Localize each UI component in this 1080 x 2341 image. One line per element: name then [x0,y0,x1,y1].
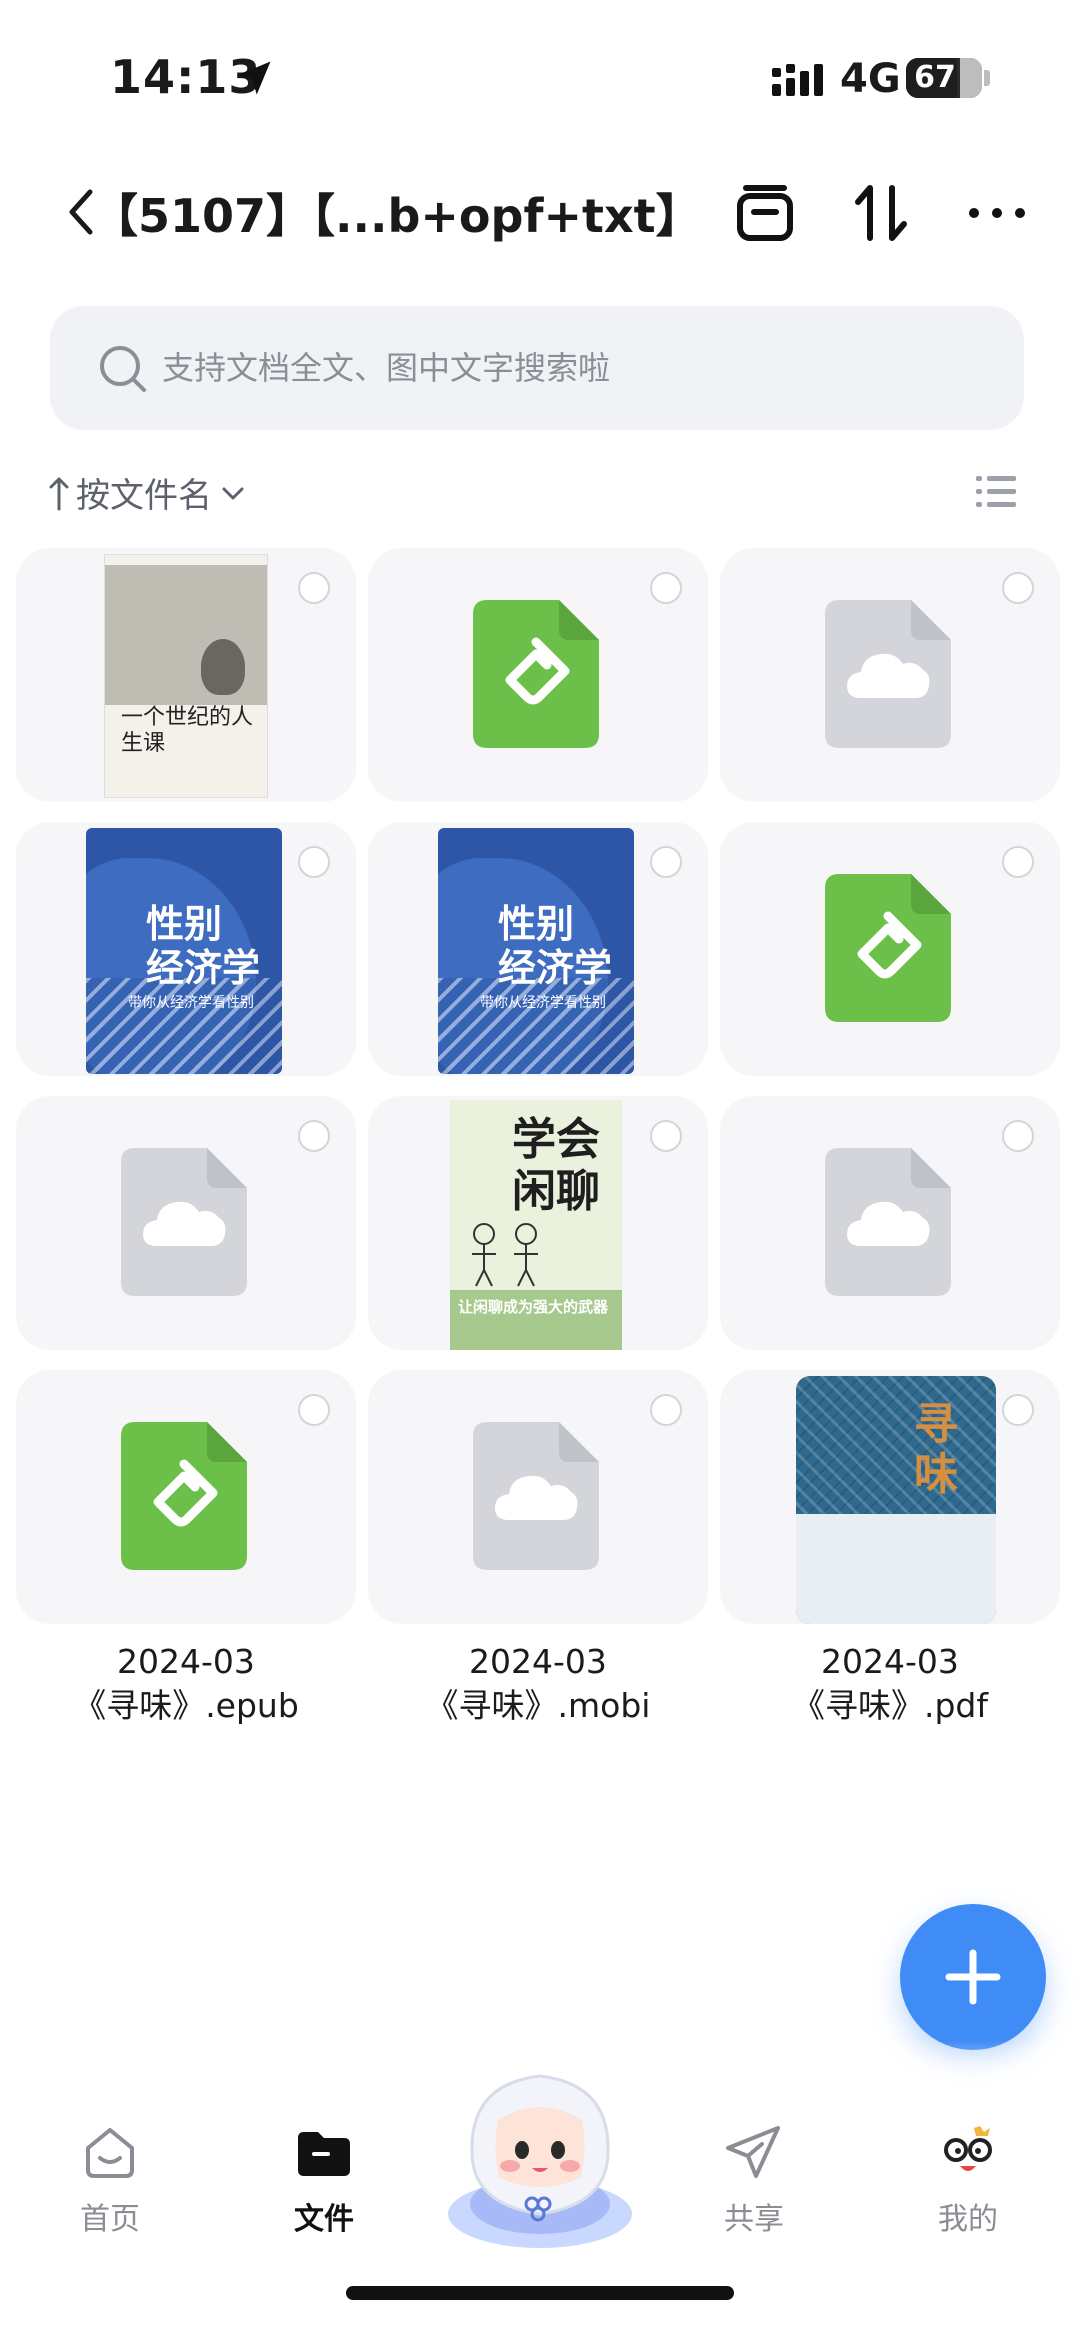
signal-icon [772,64,823,96]
select-checkbox[interactable] [298,1120,330,1152]
plus-icon [945,1949,1001,2005]
header: 【5107】【...b+opf+txt】 [0,160,1080,280]
battery-icon: 67 [906,58,982,98]
file-name: 2024-03 《寻味》.epub [16,1640,356,1728]
status-bar: 14:13 4G 67 [0,0,1080,150]
file-card[interactable]: 寻味 2024-03 《寻味》.pdf [720,1370,1060,1770]
epub-icon [825,874,951,1022]
arrow-up-icon [49,477,69,510]
sort-label: 按文件名 [76,476,212,516]
cover-subtitle: 带你从经济学看性别 [480,995,606,1011]
file-name-line-2: 《寻味》.epub [73,1686,299,1725]
search-icon [100,346,146,392]
select-checkbox[interactable] [298,1394,330,1426]
book-cover: 性别 经济学带你从经济学看性别 [438,828,634,1074]
folder-title: 【5107】【...b+opf+txt】 [92,189,702,243]
nav-share[interactable]: 共享 [684,2120,824,2250]
file-thumbnail[interactable] [720,822,1060,1076]
list-view-icon[interactable] [974,472,1018,512]
home-icon [86,2128,134,2178]
file-thumbnail[interactable]: 性别 经济学带你从经济学看性别 [368,822,708,1076]
share-icon [726,2126,780,2178]
nav-profile[interactable]: 我的 [898,2120,1038,2250]
more-icon[interactable] [962,178,1032,248]
sort-row: 按文件名 [0,460,1080,530]
nav-home-label: 首页 [80,2202,140,2237]
file-thumbnail[interactable] [720,548,1060,802]
book-cover: 寻味 [796,1376,996,1624]
file-card[interactable]: 2024-03 《寻味》.mobi [368,1370,708,1770]
select-checkbox[interactable] [1002,846,1034,878]
select-checkbox[interactable] [650,1120,682,1152]
sort-by-name-button[interactable]: 按文件名 [48,468,248,517]
file-thumbnail[interactable] [368,548,708,802]
file-thumbnail[interactable]: 一个世纪的人生课 [16,548,356,802]
epub-icon [473,600,599,748]
profile-icon [944,2126,992,2171]
cover-subtitle: 让闲聊成为强大的武器 [458,1298,609,1316]
add-button[interactable] [900,1904,1046,2050]
search-input[interactable] [162,336,982,400]
file-name-line-1: 2024-03 [821,1642,959,1681]
cloud-file-icon [473,1422,599,1570]
archive-icon[interactable] [730,178,800,248]
cover-title: 性别 经济学 [498,902,613,990]
book-cover: 一个世纪的人生课 [104,554,268,798]
file-thumbnail[interactable] [16,1096,356,1350]
cover-title: 性别 经济学 [146,902,261,990]
epub-icon [121,1422,247,1570]
file-thumbnail[interactable] [368,1370,708,1624]
folder-icon [298,2132,350,2176]
location-arrow-icon [237,61,271,95]
select-checkbox[interactable] [650,846,682,878]
nav-files-label: 文件 [294,2202,354,2237]
file-name-line-1: 2024-03 [469,1642,607,1681]
select-checkbox[interactable] [298,846,330,878]
network-type: 4G [840,56,901,102]
home-indicator [346,2286,734,2300]
sort-icon[interactable] [846,178,916,248]
cover-title: 学会 闲聊 [512,1114,600,1217]
book-cover: 性别 经济学带你从经济学看性别 [86,828,282,1074]
battery-tip [984,70,990,86]
file-thumbnail[interactable]: 性别 经济学带你从经济学看性别 [16,822,356,1076]
file-name-line-2: 《寻味》.mobi [425,1686,651,1725]
mascot-icon[interactable] [440,2054,640,2250]
cover-title: 寻味 [914,1399,958,1500]
file-thumbnail[interactable] [16,1370,356,1624]
file-card[interactable]: 2024-03 《寻味》.epub [16,1370,356,1770]
nav-files[interactable]: 文件 [254,2120,394,2250]
file-name-line-2: 《寻味》.pdf [791,1686,988,1725]
select-checkbox[interactable] [1002,1120,1034,1152]
cloud-file-icon [121,1148,247,1296]
bottom-nav: 首页 文件 共享 我的 [0,2074,1080,2341]
nav-profile-label: 我的 [938,2202,998,2237]
file-thumbnail[interactable]: 寻味 [720,1370,1060,1624]
file-thumbnail[interactable]: 学会 闲聊让闲聊成为强大的武器 [368,1096,708,1350]
select-checkbox[interactable] [1002,572,1034,604]
file-name-line-1: 2024-03 [117,1642,255,1681]
file-thumbnail[interactable] [720,1096,1060,1350]
select-checkbox[interactable] [650,572,682,604]
file-name: 2024-03 《寻味》.mobi [368,1640,708,1728]
nav-home[interactable]: 首页 [40,2120,180,2250]
battery-level: 67 [914,60,956,95]
cloud-file-icon [825,1148,951,1296]
select-checkbox[interactable] [1002,1394,1034,1426]
search-bar[interactable] [50,306,1024,430]
file-name: 2024-03 《寻味》.pdf [720,1640,1060,1728]
cloud-file-icon [825,600,951,748]
book-cover: 学会 闲聊让闲聊成为强大的武器 [450,1100,622,1350]
cover-subtitle: 带你从经济学看性别 [128,995,254,1011]
nav-share-label: 共享 [724,2202,784,2237]
select-checkbox[interactable] [650,1394,682,1426]
select-checkbox[interactable] [298,572,330,604]
chevron-down-icon [222,487,244,499]
cover-title: 一个世纪的人生课 [121,705,254,756]
